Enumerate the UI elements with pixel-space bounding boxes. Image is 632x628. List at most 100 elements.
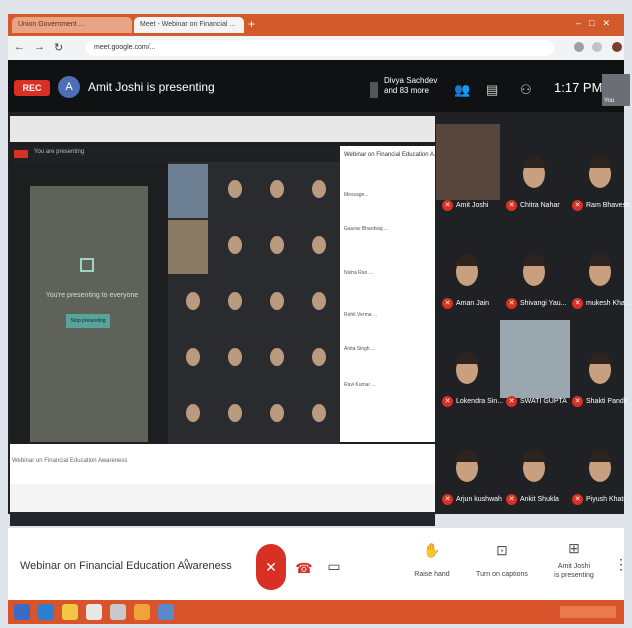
shared-participant-grid <box>168 162 340 444</box>
grid-face <box>186 404 200 422</box>
mic-off-icon: ✕ <box>572 200 583 211</box>
clock: 1:17 PM <box>554 80 603 95</box>
camera-button[interactable]: ▭ <box>322 554 346 578</box>
meeting-title[interactable]: Webinar on Financial Education Awareness <box>20 560 232 572</box>
app-icon[interactable] <box>134 604 150 620</box>
start-icon[interactable] <box>14 604 30 620</box>
chat-icon[interactable]: ▤ <box>486 82 498 98</box>
grid-face <box>312 404 326 422</box>
grid-face <box>228 180 242 198</box>
present-icon[interactable]: ⊞ <box>564 540 584 557</box>
grid-face <box>228 236 242 254</box>
grid-face <box>270 348 284 366</box>
presenter-avatar: A <box>58 76 80 98</box>
new-tab-icon[interactable]: + <box>248 17 255 31</box>
participant-name: Piyush Khati <box>586 496 625 503</box>
stop-presenting-button[interactable]: Stop presenting <box>66 314 110 328</box>
shared-bottom-bar <box>10 444 435 484</box>
shared-chat-panel <box>340 146 435 442</box>
chrome-icon[interactable] <box>86 604 102 620</box>
reload-icon[interactable]: ↻ <box>54 41 63 54</box>
participant-name: Amit Joshi <box>456 202 489 209</box>
shared-rec-badge <box>14 150 28 158</box>
shared-taskbar <box>10 512 435 526</box>
mic-off-icon: ✕ <box>506 298 517 309</box>
grid-face <box>312 348 326 366</box>
star-icon[interactable] <box>592 42 602 52</box>
presenting-label: Amit Joshi is presenting <box>88 80 215 94</box>
browser-tab-meet[interactable]: Meet - Webinar on Financial ... <box>134 17 244 33</box>
app-icon[interactable] <box>110 604 126 620</box>
self-label: You <box>604 98 615 104</box>
raise-hand-label[interactable]: Raise hand <box>406 570 458 579</box>
more-options-icon[interactable]: ⋮ <box>614 556 628 573</box>
participant-name: Ankit Shukla <box>520 496 559 503</box>
shared-download-tray <box>10 484 435 512</box>
participant-video-amit <box>436 124 500 200</box>
participant-name: Chitra Nahar <box>520 202 560 209</box>
folder-icon[interactable] <box>62 604 78 620</box>
captions-icon[interactable]: ⊡ <box>492 542 512 559</box>
grid-face <box>228 292 242 310</box>
presenting-message: You're presenting to everyone <box>45 292 139 299</box>
meet-top-bar: REC A Amit Joshi is presenting Divya Sac… <box>8 60 630 112</box>
grid-face <box>312 236 326 254</box>
camera-icon[interactable] <box>574 42 584 52</box>
address-bar: ← → ↻ meet.google.com/... <box>8 36 624 60</box>
chat-message: Message... <box>344 192 369 198</box>
participant-name: Shakti Pandit <box>586 398 628 405</box>
chat-message: Rohit Verma ... <box>344 312 378 318</box>
chat-message: Anita Singh ... <box>344 346 376 352</box>
shared-browser-chrome <box>10 116 435 142</box>
participant-video-swati <box>500 320 570 398</box>
forward-icon[interactable]: → <box>34 41 45 53</box>
chat-title: Webinar on Financial Education A... <box>344 152 439 158</box>
chat-message: Gaurav Bhardwaj ... <box>344 226 389 232</box>
mic-off-icon: ✕ <box>442 298 453 309</box>
participant-name: mukesh Kha... <box>586 300 631 307</box>
grid-face <box>312 292 326 310</box>
shared-banner: You are presenting <box>34 149 85 155</box>
participant-name: Arjun kushwah <box>456 496 502 503</box>
recording-badge: REC <box>14 80 50 96</box>
grid-face <box>270 180 284 198</box>
chat-message: Nisha Rao ... <box>344 270 373 276</box>
mic-off-icon: ✕ <box>442 494 453 505</box>
window-controls[interactable]: –□✕ <box>576 18 618 29</box>
browser-tab-bar: Union Government ... Meet - Webinar on F… <box>8 14 624 36</box>
mic-off-button[interactable]: ✕ <box>256 544 286 590</box>
mic-off-icon: ✕ <box>506 494 517 505</box>
mic-off-icon: ✕ <box>572 298 583 309</box>
back-icon[interactable]: ← <box>14 41 25 53</box>
participant-name: Shivangi Yau... <box>520 300 567 307</box>
others-count[interactable]: Divya Sachdev and 83 more <box>384 76 437 96</box>
profile-icon[interactable] <box>612 42 622 52</box>
ie-icon[interactable] <box>38 604 54 620</box>
browser-tab-1[interactable]: Union Government ... <box>12 17 132 33</box>
captions-label[interactable]: Turn on captions <box>470 570 534 579</box>
grid-video <box>168 220 208 274</box>
shared-meeting-title: Webinar on Financial Education Awareness <box>12 458 128 464</box>
mic-off-icon: ✕ <box>506 200 517 211</box>
hang-up-button[interactable]: ☎ <box>292 556 316 580</box>
participant-name: Lokendra Sin... <box>456 398 504 405</box>
pin-icon <box>370 82 378 98</box>
participant-name: Ram Bhavesh <box>586 202 630 209</box>
raise-hand-icon[interactable]: ✋ <box>422 542 442 559</box>
url-input[interactable]: meet.google.com/... <box>86 40 554 56</box>
mic-off-icon: ✕ <box>442 396 453 407</box>
system-tray[interactable] <box>560 606 616 618</box>
mic-off-icon: ✕ <box>442 200 453 211</box>
activities-icon[interactable]: ⚇ <box>520 82 532 98</box>
participant-name: Aman Jain <box>456 300 490 307</box>
mic-off-icon: ✕ <box>572 396 583 407</box>
app-icon[interactable] <box>158 604 174 620</box>
chevron-up-icon[interactable]: ^ <box>184 558 189 569</box>
presenting-control-label[interactable]: Amit Joshi is presenting <box>548 562 600 580</box>
participant-name: SWATI GUPTA <box>520 398 567 405</box>
grid-face <box>312 180 326 198</box>
grid-face <box>186 348 200 366</box>
grid-face <box>186 292 200 310</box>
grid-face <box>270 292 284 310</box>
people-icon[interactable]: 👥 <box>454 82 470 98</box>
